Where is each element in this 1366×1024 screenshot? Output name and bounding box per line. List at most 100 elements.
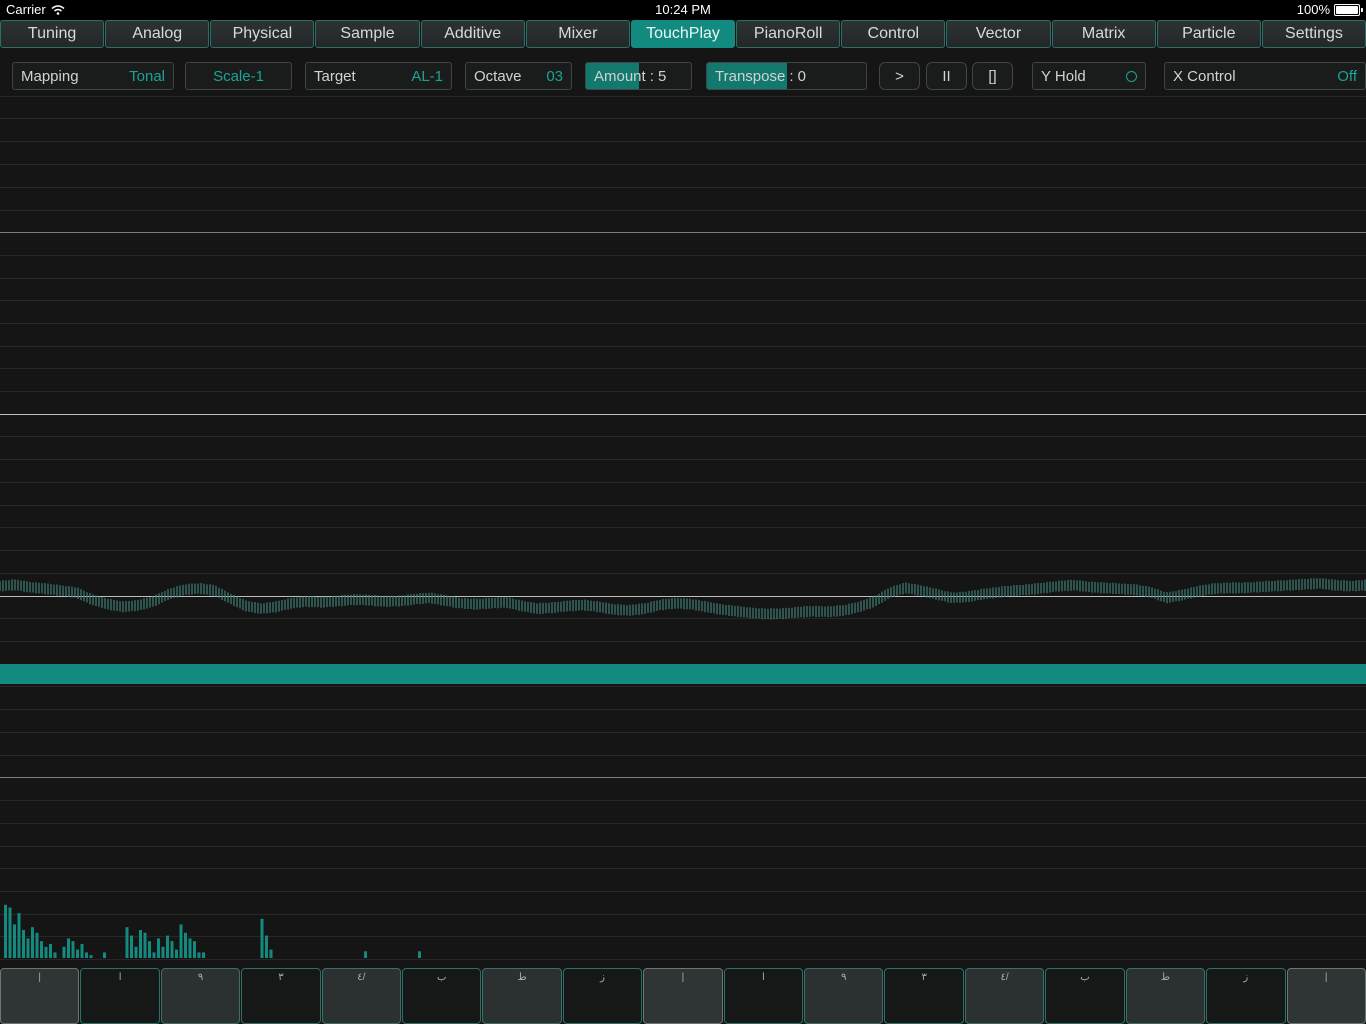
x-control-selector[interactable]: X Control Off — [1164, 62, 1366, 90]
note-line — [0, 505, 1366, 506]
key-label: ز — [1243, 972, 1249, 983]
amount-slider[interactable]: Amount : 5 — [585, 62, 692, 90]
note-line — [0, 641, 1366, 642]
spectrum-bar — [8, 907, 12, 958]
note-line — [0, 800, 1366, 801]
keyboard-key[interactable]: ٤/ — [964, 968, 1045, 1024]
note-line — [0, 459, 1366, 460]
spectrum-bar — [22, 930, 25, 958]
tab-tuning[interactable]: Tuning — [0, 20, 105, 48]
play-button[interactable]: > — [879, 62, 920, 90]
touch-play-surface[interactable] — [0, 96, 1366, 968]
key-label: | — [681, 972, 685, 983]
key-label: ط — [1160, 972, 1171, 983]
keyboard-key[interactable]: ز — [562, 968, 643, 1024]
mapping-selector[interactable]: Mapping Tonal — [12, 62, 174, 90]
status-bar: Carrier 10:24 PM 100% — [0, 0, 1366, 20]
note-line — [0, 368, 1366, 369]
spectrum-bar — [40, 941, 43, 958]
transpose-label: Transpose — [715, 67, 786, 85]
octave-selector[interactable]: Octave 03 — [465, 62, 572, 90]
keyboard-key[interactable]: ٤/ — [321, 968, 402, 1024]
octave-label: Octave — [474, 67, 522, 85]
tab-matrix[interactable]: Matrix — [1051, 20, 1156, 48]
y-hold-toggle[interactable]: Y Hold — [1032, 62, 1146, 90]
spectrum-bar — [184, 932, 187, 958]
spectrum-bar — [17, 913, 21, 958]
spectrum-bar — [364, 951, 367, 958]
tab-control[interactable]: Control — [841, 20, 946, 48]
keyboard-key[interactable]: | — [643, 968, 723, 1024]
mapping-label: Mapping — [21, 67, 79, 85]
target-selector[interactable]: Target AL-1 — [305, 62, 452, 90]
octave-line — [0, 777, 1366, 778]
tab-touchplay[interactable]: TouchPlay — [630, 20, 736, 48]
key-label: ٣ — [921, 972, 927, 983]
spectrum-bar — [197, 952, 201, 958]
note-line — [0, 96, 1366, 97]
spectrum-bar — [134, 946, 138, 958]
tab-settings[interactable]: Settings — [1261, 20, 1366, 48]
keyboard-key[interactable]: ط — [482, 968, 562, 1024]
key-label: ب — [1080, 972, 1090, 983]
keyboard-key[interactable]: ب — [402, 968, 482, 1024]
spectrum-bar — [139, 930, 142, 958]
spectrum-bar — [71, 941, 75, 958]
main-tab-bar: Tuning Analog Physical Sample Additive Mixer T… — [0, 20, 1366, 48]
note-line — [0, 164, 1366, 165]
key-label: ٩ — [197, 972, 204, 983]
tab-particle[interactable]: Particle — [1156, 20, 1261, 48]
note-line — [0, 187, 1366, 188]
spectrum-bar — [53, 952, 57, 958]
keyboard-key[interactable]: ٩ — [160, 968, 241, 1024]
target-label: Target — [314, 67, 356, 85]
keyboard-key[interactable]: ٣ — [884, 968, 964, 1024]
note-line — [0, 846, 1366, 847]
note-line — [0, 686, 1366, 687]
key-label: | — [1324, 972, 1328, 983]
keyboard-key[interactable]: | — [0, 968, 80, 1024]
key-label: | — [38, 972, 41, 983]
stop-label: [] — [988, 67, 997, 85]
x-control-label: X Control — [1173, 67, 1236, 85]
tab-vector[interactable]: Vector — [946, 20, 1051, 48]
touchplay-screen: Carrier 10:24 PM 100% Tuning Analog Physic… — [0, 0, 1366, 1024]
tab-physical[interactable]: Physical — [210, 20, 315, 48]
keyboard-key[interactable]: ط — [1125, 968, 1206, 1024]
note-line — [0, 436, 1366, 437]
keyboard-key[interactable]: ز — [1206, 968, 1286, 1024]
key-label: ز — [600, 972, 605, 983]
spectrum-bar — [269, 949, 273, 958]
spectrum-bar — [265, 935, 268, 958]
spectrum-bar — [202, 952, 205, 958]
pause-button[interactable]: II — [926, 62, 967, 90]
y-hold-indicator-icon — [1126, 70, 1137, 82]
spectrum-bar — [44, 946, 48, 958]
note-line — [0, 527, 1366, 528]
key-label: ٣ — [278, 972, 284, 983]
key-label: ٤/ — [357, 972, 366, 983]
note-line — [0, 141, 1366, 142]
tab-analog[interactable]: Analog — [105, 20, 210, 48]
stop-button[interactable]: [] — [972, 62, 1013, 90]
keyboard-key[interactable]: ا — [723, 968, 804, 1024]
spectrum-bar — [175, 949, 178, 958]
note-line — [0, 210, 1366, 211]
keyboard-key[interactable]: ا — [80, 968, 160, 1024]
tab-pianoroll[interactable]: PianoRoll — [736, 20, 841, 48]
note-line — [0, 278, 1366, 279]
key-label: ٩ — [841, 972, 847, 983]
keyboard-key[interactable]: ٩ — [804, 968, 884, 1024]
spectrum-bar — [179, 924, 183, 958]
keyboard-key[interactable]: ٣ — [241, 968, 321, 1024]
tab-sample[interactable]: Sample — [315, 20, 420, 48]
note-line — [0, 823, 1366, 824]
tab-mixer[interactable]: Mixer — [525, 20, 630, 48]
keyboard-key[interactable]: | — [1286, 968, 1366, 1024]
keyboard-key[interactable]: ب — [1045, 968, 1125, 1024]
tab-additive[interactable]: Additive — [420, 20, 525, 48]
spectrum-bar — [418, 951, 421, 958]
scale-selector[interactable]: Scale-1 — [185, 62, 292, 90]
spectrum-bar — [130, 935, 133, 958]
transpose-slider[interactable]: Transpose : 0 — [706, 62, 867, 90]
